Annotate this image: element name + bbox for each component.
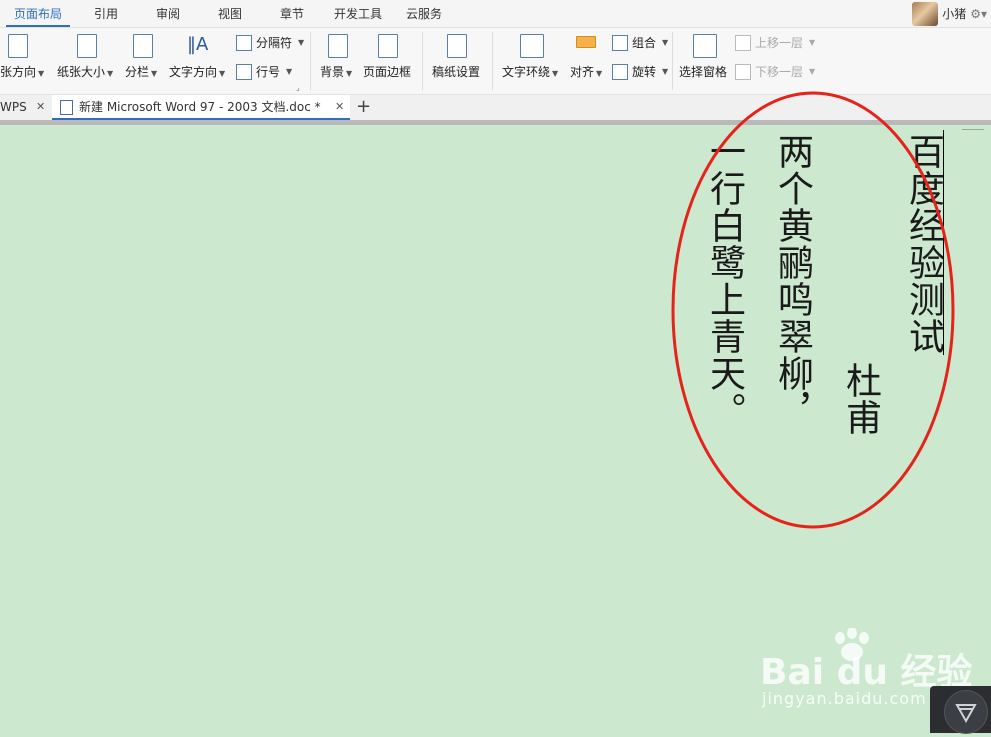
shield-glyph bbox=[955, 704, 977, 724]
baidu-watermark-url: jingyan.baidu.com bbox=[762, 689, 927, 708]
annotation-ellipse-shape bbox=[671, 91, 955, 529]
annotation-ellipse bbox=[671, 91, 955, 529]
shield-icon[interactable] bbox=[944, 690, 988, 734]
